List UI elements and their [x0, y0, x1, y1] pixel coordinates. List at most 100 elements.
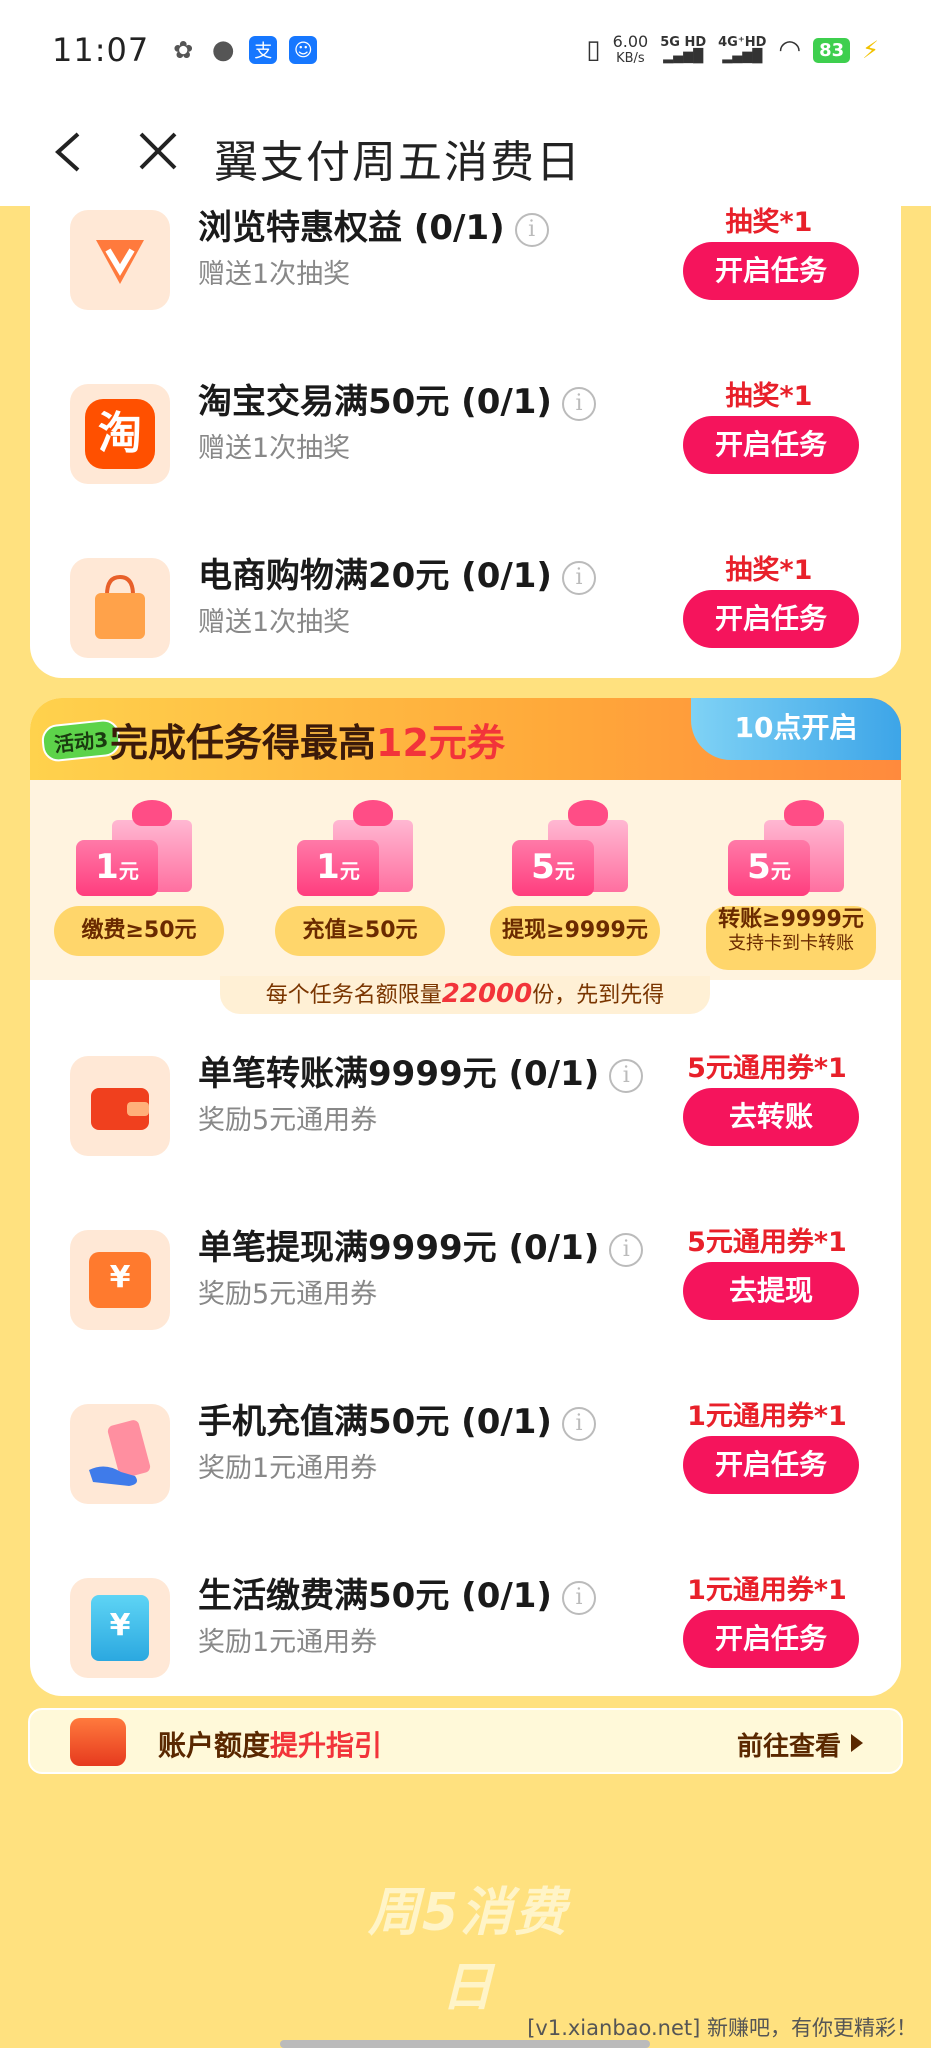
- task-reward: 抽奖*1: [725, 207, 813, 238]
- start-task-button[interactable]: 开启任务: [683, 242, 859, 300]
- coupon-label: 提现≥9999元: [490, 906, 660, 956]
- task-row: 手机充值满50元 (0/1) i 奖励1元通用券 1元通用券*1 开启任务: [30, 1394, 901, 1524]
- task-reward: 1元通用券*1: [687, 1575, 847, 1606]
- coupon-label-sub: 支持卡到卡转账: [728, 933, 854, 954]
- gift-bow: [784, 800, 824, 826]
- task-subtitle: 奖励1元通用券: [198, 1627, 378, 1658]
- bill-icon: ¥: [70, 1578, 170, 1678]
- info-icon[interactable]: i: [561, 560, 596, 595]
- task-title: 手机充值满50元 (0/1) i: [198, 1394, 596, 1443]
- quota-number: 22000: [441, 979, 533, 1009]
- battery-indicator: 83: [813, 37, 851, 63]
- activity3-card: 活动3 完成任务得最高12元券 10点开启 1元 缴费≥50元 1元 充值≥50…: [30, 698, 901, 1696]
- gift-coupon-icon: 1元: [297, 800, 423, 896]
- gift-coupon-icon: 1元: [76, 800, 202, 896]
- task-title: 淘宝交易满50元 (0/1) i: [198, 374, 596, 423]
- coupon-label: 充值≥50元: [275, 906, 445, 956]
- task-reward: 5元通用券*1: [687, 1227, 847, 1258]
- close-icon[interactable]: [128, 122, 188, 182]
- home-indicator[interactable]: [280, 2040, 650, 2048]
- coupon-item: 5元 转账≥9999元 支持卡到卡转账: [706, 794, 876, 970]
- guide-text-highlight: 提升指引: [270, 1729, 383, 1762]
- wifi-icon: ◠: [778, 35, 802, 65]
- wechat-icon: ✿: [169, 36, 198, 64]
- info-icon[interactable]: i: [514, 212, 549, 247]
- quota-prefix: 每个任务名额限量: [265, 983, 442, 1008]
- task-title-text: 单笔转账满9999元 (0/1): [198, 1054, 600, 1094]
- start-task-button[interactable]: 开启任务: [683, 416, 859, 474]
- status-right: ▯ 6.00 KB/s 5G HD ▂▄▆█ 4G⁺HD ▂▄▆█ ◠ 83 ⚡: [586, 33, 879, 67]
- arrow-right-icon: [851, 1734, 863, 1752]
- task-title-text: 浏览特惠权益 (0/1): [198, 208, 505, 248]
- page-title: 翼支付周五消费日: [214, 137, 582, 188]
- vibrate-icon: ▯: [586, 35, 601, 65]
- coupon-amount-unit: 元: [118, 859, 139, 883]
- task-title-text: 生活缴费满50元 (0/1): [198, 1576, 552, 1616]
- coupon-amount: 5元: [512, 840, 594, 896]
- coupon-label-text: 转账≥9999元: [718, 907, 864, 932]
- open-time-badge: 10点开启: [691, 698, 901, 760]
- gift-bow: [568, 800, 608, 826]
- task-reward: 抽奖*1: [725, 555, 813, 586]
- task-subtitle: 奖励5元通用券: [198, 1279, 378, 1310]
- wallet-icon: [70, 1718, 126, 1766]
- task-row: ¥ 生活缴费满50元 (0/1) i 奖励1元通用券 1元通用券*1 开启任务: [30, 1568, 901, 1696]
- status-app-icons: ✿ ● 支 ☺: [169, 35, 318, 65]
- start-task-button[interactable]: 开启任务: [683, 1610, 859, 1668]
- coupon-amount: 1元: [297, 840, 379, 896]
- task-subtitle: 赠送1次抽奖: [198, 259, 351, 290]
- coupon-amount: 5元: [728, 840, 810, 896]
- task-reward: 5元通用券*1: [687, 1053, 847, 1084]
- transfer-button[interactable]: 去转账: [683, 1088, 859, 1146]
- view-link[interactable]: 前往查看: [737, 1726, 841, 1763]
- v-badge-icon: [70, 210, 170, 310]
- footer-logo: 周5消费日: [367, 1883, 569, 2018]
- task-subtitle: 奖励1元通用券: [198, 1453, 378, 1484]
- charging-icon: ⚡: [862, 36, 879, 64]
- guide-text-prefix: 账户额度: [158, 1729, 271, 1762]
- coupon-label: 缴费≥50元: [54, 906, 224, 956]
- coupon-item: 1元 充值≥50元: [275, 794, 445, 964]
- coupon-amount-unit: 元: [554, 859, 575, 883]
- gift-bow: [353, 800, 393, 826]
- lottery-task-card: 浏览特惠权益 (0/1) i 赠送1次抽奖 抽奖*1 开启任务 淘 淘宝交易满50…: [30, 206, 901, 678]
- gift-coupon-icon: 5元: [512, 800, 638, 896]
- gift-coupon-icon: 5元: [728, 800, 854, 896]
- status-bar: 11:07 ✿ ● 支 ☺ ▯ 6.00 KB/s 5G HD ▂▄▆█ 4G⁺H…: [0, 0, 931, 100]
- activity3-header: 活动3 完成任务得最高12元券 10点开启: [30, 698, 901, 780]
- task-row: 单笔转账满9999元 (0/1) i 奖励5元通用券 5元通用券*1 去转账: [30, 1046, 901, 1176]
- credit-guide-banner[interactable]: 账户额度提升指引 前往查看: [28, 1708, 903, 1774]
- network-speed: 6.00 KB/s: [613, 33, 649, 67]
- start-task-button[interactable]: 开启任务: [683, 590, 859, 648]
- coupon-band: 1元 缴费≥50元 1元 充值≥50元 5元 提现≥9999元 5元 转账≥99…: [30, 780, 901, 980]
- coupon-amount-value: 1: [316, 847, 340, 887]
- coupon-item: 5元 提现≥9999元: [490, 794, 660, 964]
- task-reward: 1元通用券*1: [687, 1401, 847, 1432]
- task-title: 单笔提现满9999元 (0/1) i: [198, 1220, 644, 1269]
- task-subtitle: 赠送1次抽奖: [198, 433, 351, 464]
- coupon-amount-unit: 元: [339, 859, 360, 883]
- info-icon[interactable]: i: [609, 1232, 644, 1267]
- info-icon[interactable]: i: [561, 386, 596, 421]
- withdraw-button[interactable]: 去提现: [683, 1262, 859, 1320]
- wallet-icon: [70, 1056, 170, 1156]
- task-subtitle: 奖励5元通用券: [198, 1105, 378, 1136]
- alipay-icon: 支: [249, 36, 278, 64]
- start-task-button[interactable]: 开启任务: [683, 1436, 859, 1494]
- watermark: [v1.xianbao.net] 新赚吧，有你更精彩！: [527, 2016, 917, 2040]
- back-icon[interactable]: [38, 122, 98, 182]
- task-title: 浏览特惠权益 (0/1) i: [198, 200, 549, 249]
- activity3-title-highlight: 12元券: [376, 721, 505, 765]
- task-reward: 抽奖*1: [725, 381, 813, 412]
- task-title: 生活缴费满50元 (0/1) i: [198, 1568, 596, 1617]
- info-icon[interactable]: i: [561, 1580, 596, 1615]
- quota-suffix: 份，先到先得: [532, 983, 665, 1008]
- task-row: ¥ 单笔提现满9999元 (0/1) i 奖励5元通用券 5元通用券*1 去提现: [30, 1220, 901, 1350]
- quota-notice: 每个任务名额限量22000份，先到先得: [220, 976, 710, 1014]
- info-icon[interactable]: i: [609, 1058, 644, 1093]
- task-title-text: 单笔提现满9999元 (0/1): [198, 1228, 600, 1268]
- info-icon[interactable]: i: [561, 1406, 596, 1441]
- gift-bow: [132, 800, 172, 826]
- task-title: 单笔转账满9999元 (0/1) i: [198, 1046, 644, 1095]
- task-title-text: 手机充值满50元 (0/1): [198, 1402, 552, 1442]
